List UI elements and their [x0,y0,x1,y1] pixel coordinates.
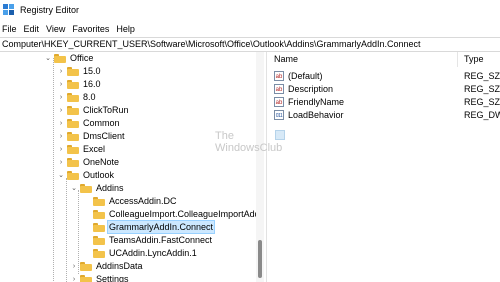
tree-item-addinsdata[interactable]: › AddinsData [70,260,144,272]
folder-icon [67,92,79,102]
menu-help[interactable]: Help [113,21,139,37]
key-tree[interactable]: ⌄ Office › 15.0 › 16.0 › 8.0 › ClickToRu… [0,52,264,282]
folder-icon [67,105,79,115]
column-header-type[interactable]: Type [458,52,500,67]
tree-item-accessaddin[interactable]: AccessAddin.DC [83,195,178,207]
folder-icon [93,235,105,245]
registry-app-icon [3,4,14,15]
folder-icon [67,131,79,141]
menu-view[interactable]: View [43,21,69,37]
address-bar[interactable]: Computer\HKEY_CURRENT_USER\Software\Micr… [0,37,500,52]
menu-favorites[interactable]: Favorites [69,21,113,37]
tree-item-grammarlyaddin[interactable]: GrammarlyAddIn.Connect [83,220,216,234]
watermark-line1: The [215,130,234,142]
address-path[interactable]: Computer\HKEY_CURRENT_USER\Software\Micr… [2,39,420,49]
title-bar: Registry Editor [0,0,500,21]
tree-item-common[interactable]: › Common [57,117,121,129]
tree-item-teamsaddin[interactable]: TeamsAddin.FastConnect [83,234,213,246]
menu-bar: File Edit View Favorites Help [0,21,500,37]
value-row[interactable]: ab FriendlyName REG_SZ [268,96,500,108]
string-value-icon: ab [274,84,284,94]
dword-value-icon: 011 [274,110,284,120]
scrollbar-thumb[interactable] [258,240,262,278]
menu-edit[interactable]: Edit [21,21,44,37]
value-row[interactable]: 011 LoadBehavior REG_DWO [268,109,500,121]
folder-icon [67,144,79,154]
chevron-right-icon[interactable]: › [57,65,65,77]
tree-item-16-0[interactable]: › 16.0 [57,78,102,90]
folder-icon [67,170,79,180]
chevron-down-icon[interactable]: ⌄ [57,169,65,181]
chevron-right-icon[interactable]: › [57,104,65,116]
folder-icon [80,274,92,282]
watermark: The WindowsClub [215,130,282,154]
tree-item-colleagueimport[interactable]: ColleagueImport.ColleagueImportAddi [83,208,263,220]
string-value-icon: ab [274,97,284,107]
menu-file[interactable]: File [0,21,21,37]
chevron-right-icon[interactable]: › [70,260,78,272]
tree-item-ucaddin[interactable]: UCAddin.LyncAddin.1 [83,247,198,259]
folder-icon [93,222,105,232]
values-list[interactable]: Name Type ab (Default) REG_SZ ab Descrip… [268,52,500,282]
chevron-right-icon[interactable]: › [57,156,65,168]
folder-icon [67,79,79,89]
tree-item-dmsclient[interactable]: › DmsClient [57,130,126,142]
folder-icon [93,248,105,258]
watermark-line2: WindowsClub [215,142,283,154]
value-row[interactable]: ab Description REG_SZ [268,83,500,95]
value-row[interactable]: ab (Default) REG_SZ [268,70,500,82]
folder-icon [67,118,79,128]
folder-icon [93,196,105,206]
pane-splitter[interactable] [266,52,267,282]
chevron-right-icon[interactable]: › [57,117,65,129]
folder-icon [67,66,79,76]
chevron-right-icon[interactable]: › [57,130,65,142]
tree-item-15-0[interactable]: › 15.0 [57,65,102,77]
tree-item-excel[interactable]: › Excel [57,143,106,155]
folder-icon [54,53,66,63]
chevron-down-icon[interactable]: ⌄ [70,182,78,194]
tree-item-onenote[interactable]: › OneNote [57,156,120,168]
string-value-icon: ab [274,71,284,81]
chevron-right-icon[interactable]: › [57,91,65,103]
column-header-name[interactable]: Name [268,52,458,67]
chevron-down-icon[interactable]: ⌄ [44,52,52,64]
folder-icon [67,157,79,167]
tree-item-office[interactable]: ⌄ Office [44,52,94,64]
tree-item-addins[interactable]: ⌄ Addins [70,182,125,194]
tree-item-clicktorun[interactable]: › ClickToRun [57,104,130,116]
tree-item-settings[interactable]: › Settings [70,273,130,282]
folder-icon [93,209,105,219]
tree-scrollbar[interactable] [256,52,264,282]
tree-item-outlook[interactable]: ⌄ Outlook [57,169,115,181]
chevron-right-icon[interactable]: › [70,273,78,282]
chevron-right-icon[interactable]: › [57,78,65,90]
tree-item-8-0[interactable]: › 8.0 [57,91,97,103]
chevron-right-icon[interactable]: › [57,143,65,155]
folder-icon [80,183,92,193]
window-title: Registry Editor [20,5,80,15]
folder-icon [80,261,92,271]
